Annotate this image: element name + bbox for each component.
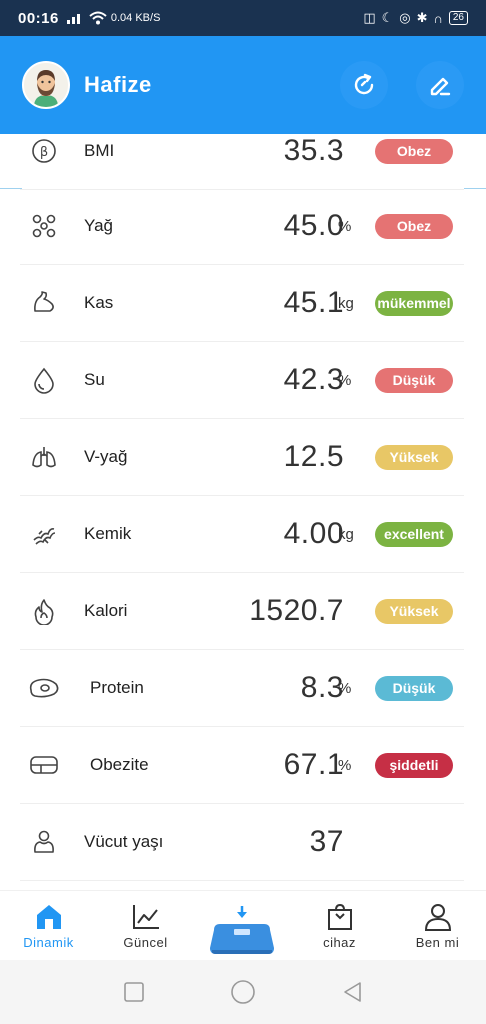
status-badge: Obez [375,213,453,239]
status-badge: excellent [375,521,453,547]
body-age-icon [26,824,62,860]
fat-icon [26,208,62,244]
metric-unit: % [338,679,352,697]
tab-label: Güncel [123,935,168,950]
metric-label: Yağ [84,216,113,235]
bmi-icon: β [26,134,62,169]
signal-icon [66,14,80,24]
refresh-icon [354,73,374,95]
divider [0,188,22,189]
avatar-icon [24,63,68,107]
muscle-icon [26,285,62,321]
user-icon [424,904,451,931]
metric-value: 12.5 [283,440,344,473]
metric-label: Su [84,370,105,389]
metric-value: 45.1 [283,286,344,319]
metric-row-calorie[interactable]: Kalori 1520.7 Yüksek [20,573,464,650]
recent-apps-icon[interactable] [123,981,145,1003]
refresh-button[interactable] [340,61,388,109]
headphones-icon: ∩ [433,10,443,26]
chart-icon [132,905,159,929]
scale-button[interactable] [206,906,278,956]
metric-unit: % [338,756,352,774]
metric-label: V-yağ [84,447,128,466]
status-badge: mükemmel [375,290,453,316]
metric-value: 42.3 [283,363,344,396]
tab-trend[interactable]: Güncel [97,891,194,961]
metric-unit: kg [338,525,354,543]
metric-unit: % [338,371,352,389]
bone-icon [26,516,62,552]
metric-label: BMI [84,141,115,160]
avatar[interactable] [22,61,70,109]
net-speed: 0.04 KB/S [110,12,161,24]
status-badge: Yüksek [375,598,453,624]
flame-icon [26,593,62,629]
system-nav-bar [0,960,486,1024]
wifi-icon [89,11,107,25]
edit-button[interactable] [416,61,464,109]
tab-dynamic[interactable]: Dinamik [0,891,97,961]
metric-value: 45.0 [283,209,344,242]
metric-row-water[interactable]: Su 42.3 % Düşük [20,342,464,419]
header-actions [340,61,464,109]
tab-device[interactable]: cihaz [291,891,388,961]
alarm-icon: ◎ [399,10,411,25]
status-bar: 00:16 0.04 KB/S ◫ ☾ ◎ ✱ ∩ 26 [0,0,486,36]
app-header: Hafize [0,36,486,134]
metric-label: Protein [90,678,144,697]
back-icon[interactable] [341,981,363,1003]
edit-icon [430,77,451,96]
bag-icon [327,903,352,930]
metric-label: Kemik [84,524,132,543]
metric-unit: kg [338,294,354,312]
metric-label: Kalori [84,601,128,620]
battery-indicator: 26 [448,11,468,25]
bluetooth-icon: ✱ [416,10,428,25]
protein-icon [26,670,62,706]
status-badge: Düşük [375,675,453,701]
metric-row-bmi[interactable]: β BMI 35.3 Obez [20,134,464,190]
metric-label: Vücut yaşı [84,832,164,851]
status-time: 00:16 [18,9,59,27]
status-badge: Obez [375,138,453,164]
scale-icon [210,906,274,954]
obesity-icon [26,747,62,783]
metrics-list[interactable]: β BMI 35.3 Obez Yağ 45.0 % Obez Kas 45.1… [0,134,486,890]
metric-value: 67.1 [283,748,344,781]
metric-label: Obezite [90,755,149,774]
metric-row-body-age[interactable]: Vücut yaşı 37 [20,804,464,881]
metric-unit: % [338,217,352,235]
metric-row-obesity[interactable]: Obezite 67.1 % şiddetli [20,727,464,804]
svg-text:β: β [40,145,48,160]
divider [464,188,486,189]
status-badge: şiddetli [375,752,453,778]
tab-label: Ben mi [415,935,460,950]
metric-value: 35.3 [283,134,344,167]
metric-row-bone[interactable]: Kemik 4.00 kg excellent [20,496,464,573]
tab-label: Dinamik [23,935,74,950]
network-indicators: 0.04 KB/S [66,11,161,25]
metric-label: Kas [84,293,114,312]
metric-value: 37 [309,825,344,858]
tab-label: cihaz [323,935,356,950]
status-badge: Düşük [375,367,453,393]
home-button-icon[interactable] [230,979,256,1005]
metric-row-protein[interactable]: Protein 8.3 % Düşük [20,650,464,727]
home-icon [36,905,61,929]
metric-row-visceral-fat[interactable]: V-yağ 12.5 Yüksek [20,419,464,496]
tab-profile[interactable]: Ben mi [389,891,486,961]
water-icon [26,362,62,398]
status-badge: Yüksek [375,444,453,470]
moon-icon: ☾ [381,10,394,25]
metric-row-fat[interactable]: Yağ 45.0 % Obez [20,188,464,265]
metric-row-muscle[interactable]: Kas 45.1 kg mükemmel [20,265,464,342]
metric-value: 1520.7 [249,594,344,627]
metric-value: 4.00 [283,517,344,550]
username: Hafize [84,72,152,97]
vibrate-icon: ◫ [363,10,376,25]
status-right-icons: ◫ ☾ ◎ ✱ ∩ 26 [363,10,468,26]
lungs-icon [26,439,62,475]
